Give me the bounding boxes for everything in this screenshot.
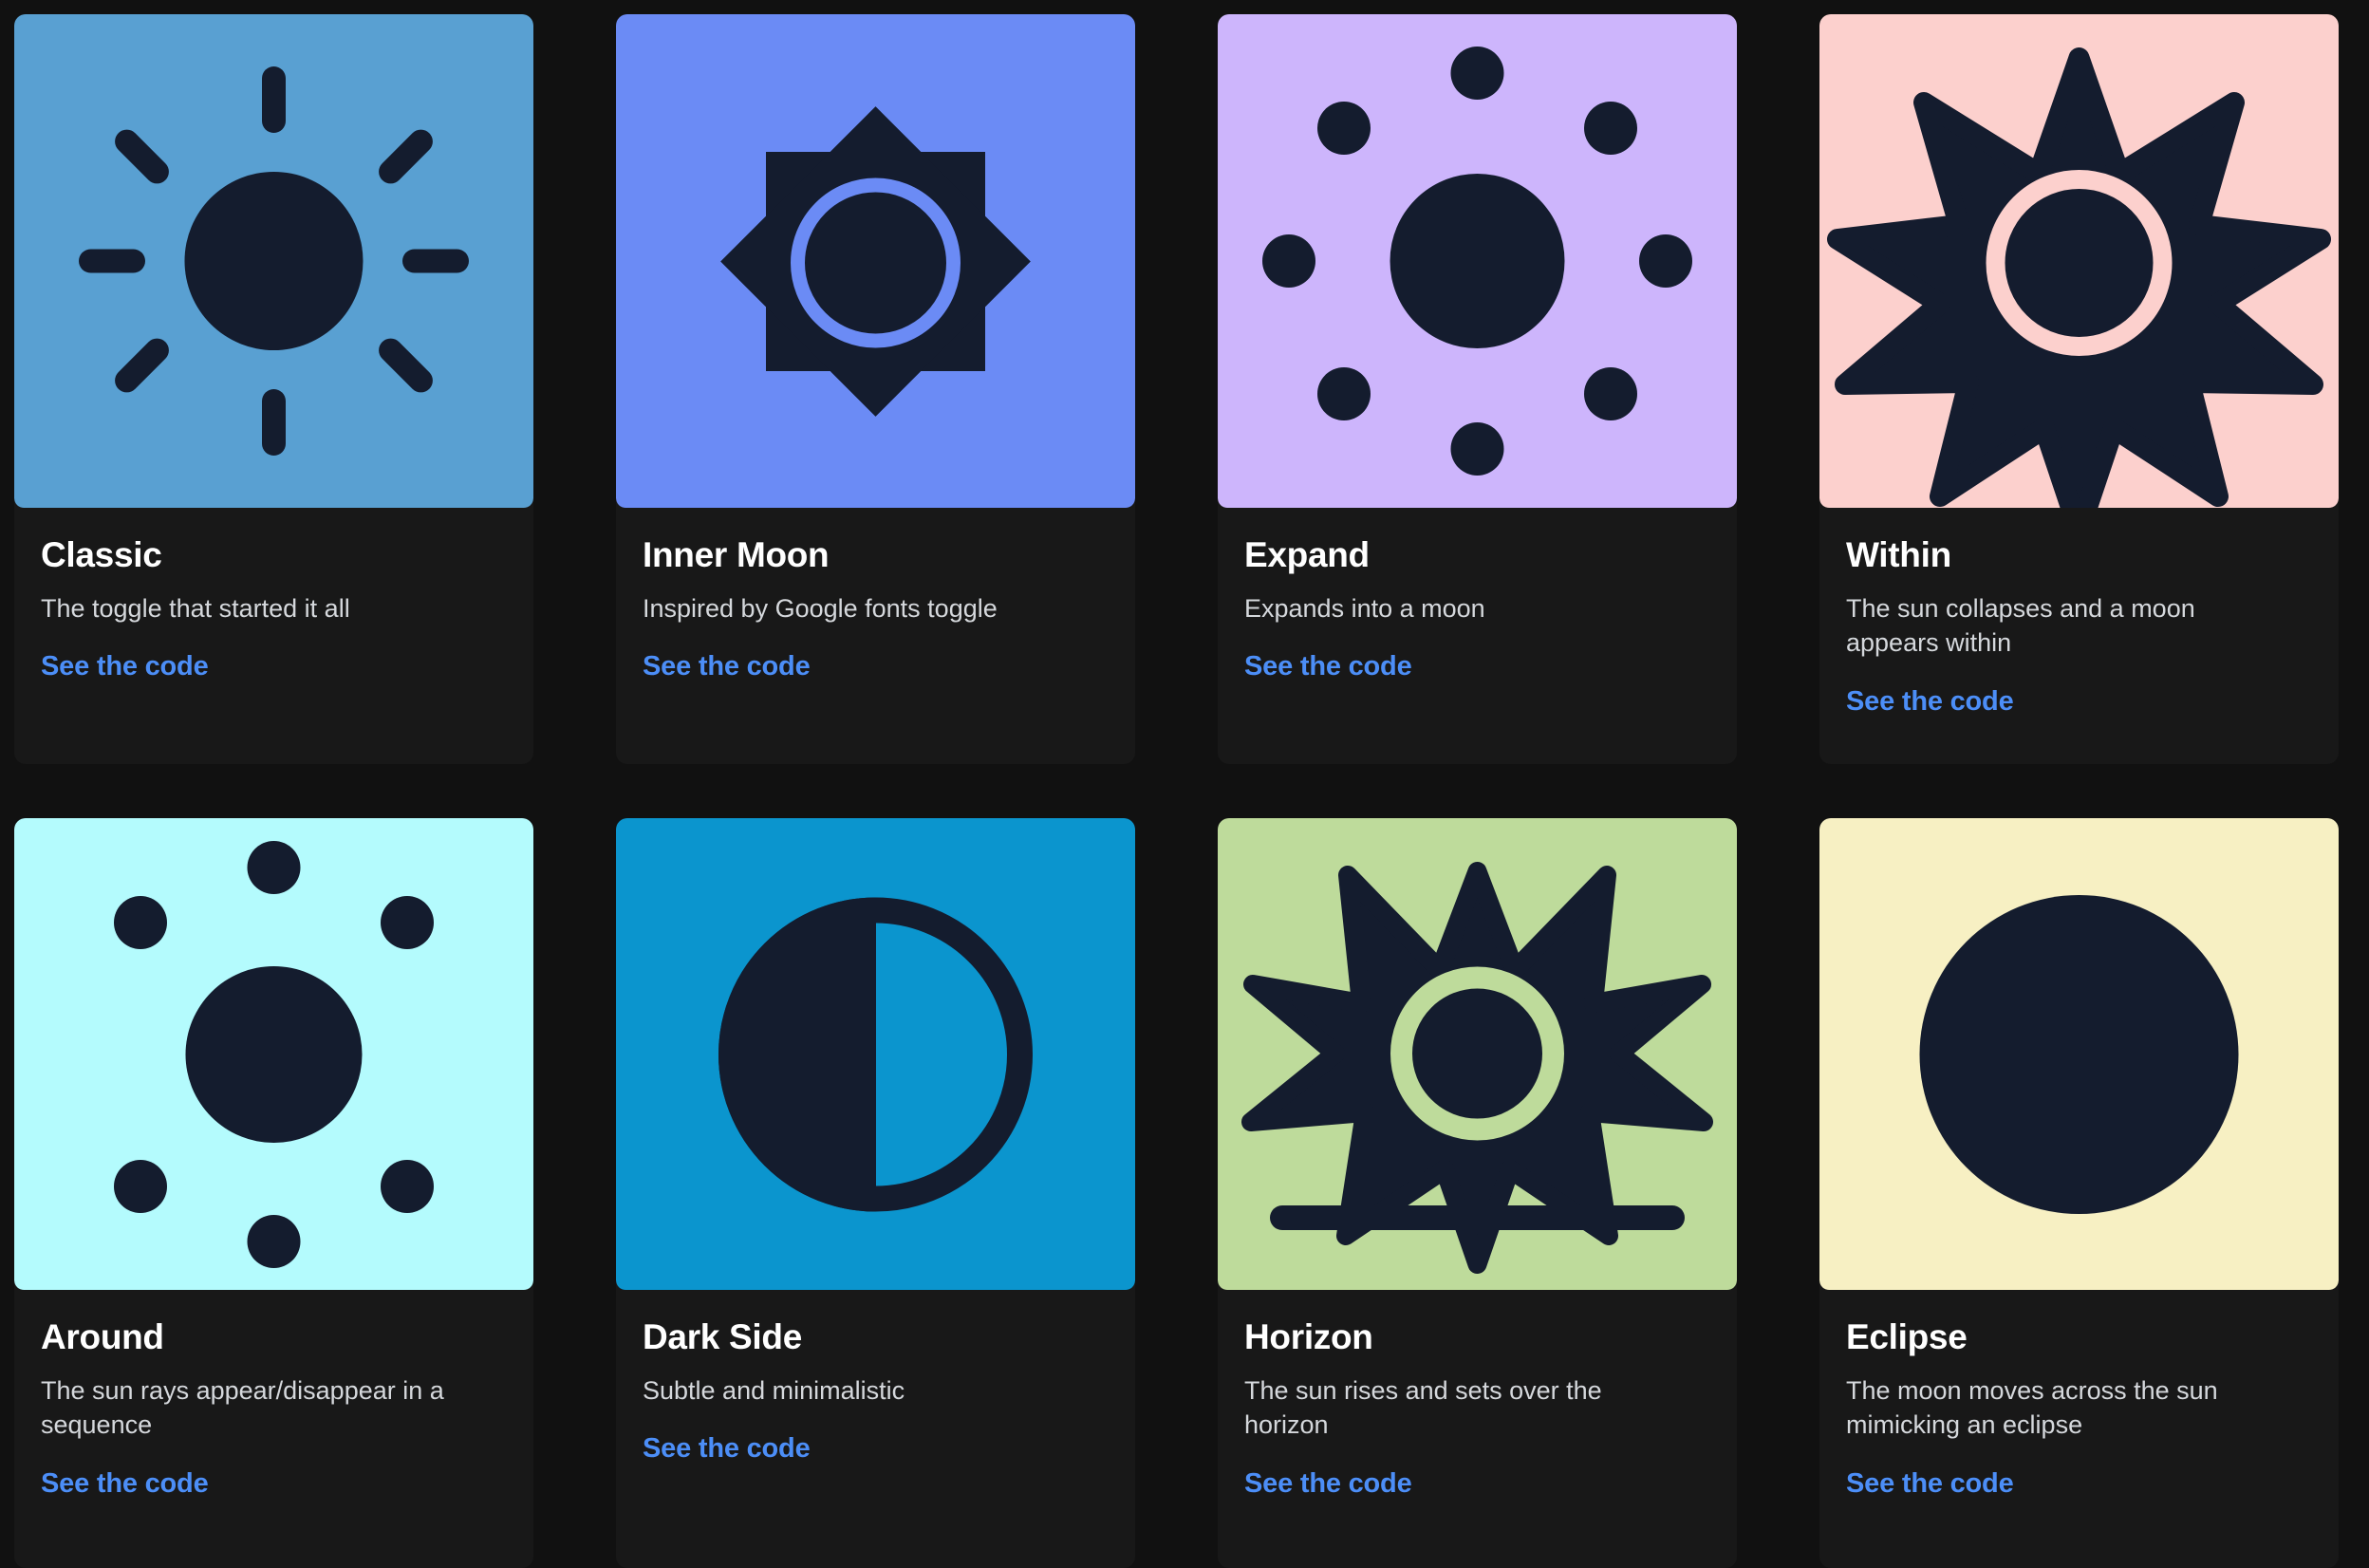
sun-dots-icon — [14, 818, 533, 1290]
card-body: Horizon The sun rises and sets over the … — [1218, 1290, 1737, 1500]
see-the-code-link[interactable]: See the code — [1244, 1468, 1412, 1500]
card-description: The sun collapses and a moon appears wit… — [1846, 593, 2195, 658]
card-title: Expand — [1244, 535, 1370, 574]
card-description: The sun rays appear/disappear in a seque… — [41, 1375, 444, 1440]
see-the-code-link[interactable]: See the code — [643, 651, 811, 682]
spiky-star-ring-icon — [1819, 14, 2339, 508]
card-title: Around — [41, 1317, 164, 1356]
card-body: Around The sun rays appear/disappear in … — [14, 1290, 533, 1500]
see-the-code-link[interactable]: See the code — [41, 1468, 209, 1500]
see-the-code-link[interactable]: See the code — [1244, 651, 1412, 682]
card-description: The moon moves across the sun mimicking … — [1846, 1375, 2218, 1440]
card-title: Horizon — [1244, 1317, 1373, 1356]
card-body: Eclipse The moon moves across the sun mi… — [1819, 1290, 2339, 1500]
see-the-code-link[interactable]: See the code — [643, 1433, 811, 1465]
card-description: Subtle and minimalistic — [643, 1375, 905, 1405]
card-body: Expand Expands into a moon See the code — [1218, 508, 1737, 682]
card-title: Within — [1846, 535, 1951, 574]
card-description: The toggle that started it all — [41, 593, 350, 623]
card-title: Dark Side — [643, 1317, 802, 1356]
card-description: The sun rises and sets over the horizon — [1244, 1375, 1602, 1440]
sun-rays-icon — [14, 14, 533, 508]
filled-circle-icon — [1819, 818, 2339, 1290]
see-the-code-link[interactable]: See the code — [1846, 686, 2014, 718]
sun-dots-icon — [1218, 14, 1737, 508]
toggle-gallery-grid: Classic The toggle that started it all S… — [0, 0, 2369, 1568]
card-description: Expands into a moon — [1244, 593, 1485, 623]
see-the-code-link[interactable]: See the code — [1846, 1468, 2014, 1500]
spiky-star-ring-horizon-icon — [1218, 818, 1737, 1290]
card-title: Classic — [41, 535, 162, 574]
card-horizon[interactable]: Horizon The sun rises and sets over the … — [1218, 818, 1737, 1568]
card-dark-side[interactable]: Dark Side Subtle and minimalistic See th… — [616, 818, 1135, 1568]
card-title: Eclipse — [1846, 1317, 1968, 1356]
card-inner-moon[interactable]: Inner Moon Inspired by Google fonts togg… — [616, 14, 1135, 764]
card-body: Inner Moon Inspired by Google fonts togg… — [616, 508, 1135, 682]
card-within[interactable]: Within The sun collapses and a moon appe… — [1819, 14, 2339, 764]
card-expand[interactable]: Expand Expands into a moon See the code — [1218, 14, 1737, 764]
card-around[interactable]: Around The sun rays appear/disappear in … — [14, 818, 533, 1568]
card-body: Dark Side Subtle and minimalistic See th… — [616, 1290, 1135, 1465]
card-description: Inspired by Google fonts toggle — [643, 593, 998, 623]
see-the-code-link[interactable]: See the code — [41, 651, 209, 682]
card-classic[interactable]: Classic The toggle that started it all S… — [14, 14, 533, 764]
card-body: Classic The toggle that started it all S… — [14, 508, 533, 682]
card-body: Within The sun collapses and a moon appe… — [1819, 508, 2339, 718]
eight-point-star-ring-icon — [616, 14, 1135, 508]
half-moon-ring-icon — [616, 818, 1135, 1290]
card-title: Inner Moon — [643, 535, 830, 574]
card-eclipse[interactable]: Eclipse The moon moves across the sun mi… — [1819, 818, 2339, 1568]
